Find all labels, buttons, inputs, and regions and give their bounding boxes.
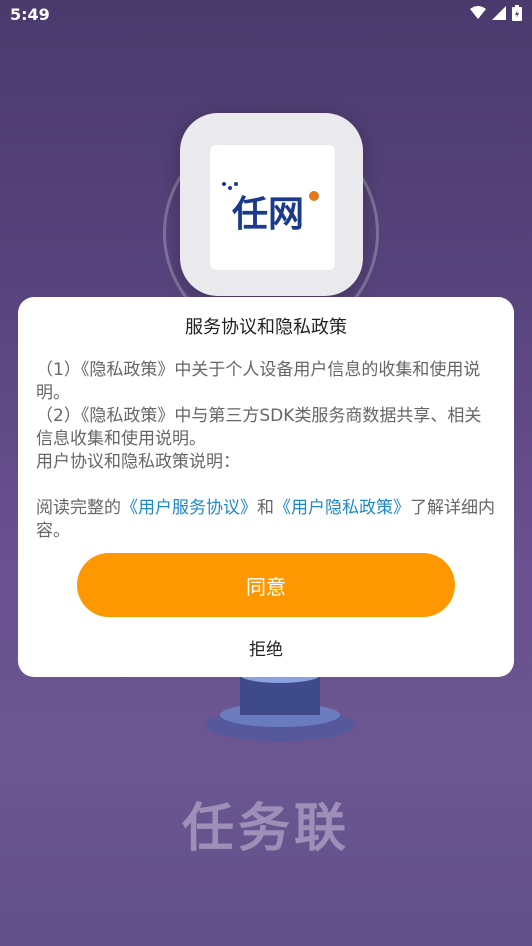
read-prefix: 阅读完整的 (36, 498, 121, 518)
battery-icon (512, 5, 522, 21)
app-logo: 任网 (210, 145, 335, 270)
read-and: 和 (257, 498, 274, 518)
app-logo-icon: 任网 (221, 181, 319, 235)
policy-paragraph-3: 用户协议和隐私政策说明： (36, 452, 240, 472)
signal-icon (492, 6, 506, 20)
status-time: 5:49 (10, 5, 50, 24)
wifi-icon (470, 6, 486, 19)
background-app-title: 任务联 (181, 799, 350, 859)
privacy-dialog: 服务协议和隐私政策 （1）《隐私政策》中关于个人设备用户信息的收集和使用说明。 … (18, 297, 514, 677)
user-service-agreement-link[interactable]: 《用户服务协议》 (121, 498, 257, 518)
dialog-body: （1）《隐私政策》中关于个人设备用户信息的收集和使用说明。 （2）《隐私政策》中… (36, 359, 498, 543)
read-full-text: 阅读完整的《用户服务协议》和《用户隐私政策》了解详细内容。 (36, 497, 498, 543)
status-icons (470, 5, 522, 21)
svg-text:任网: 任网 (232, 194, 304, 235)
user-privacy-policy-link[interactable]: 《用户隐私政策》 (274, 498, 410, 518)
status-bar: 5:49 (0, 0, 532, 30)
agree-button[interactable]: 同意 (77, 553, 455, 617)
policy-paragraph-2: （2）《隐私政策》中与第三方SDK类服务商数据共享、相关信息收集和使用说明。 (36, 406, 482, 449)
pedestal-graphic (205, 667, 355, 741)
policy-paragraph-1: （1）《隐私政策》中关于个人设备用户信息的收集和使用说明。 (36, 360, 481, 403)
dialog-title: 服务协议和隐私政策 (185, 317, 347, 338)
reject-button[interactable]: 拒绝 (18, 635, 514, 660)
